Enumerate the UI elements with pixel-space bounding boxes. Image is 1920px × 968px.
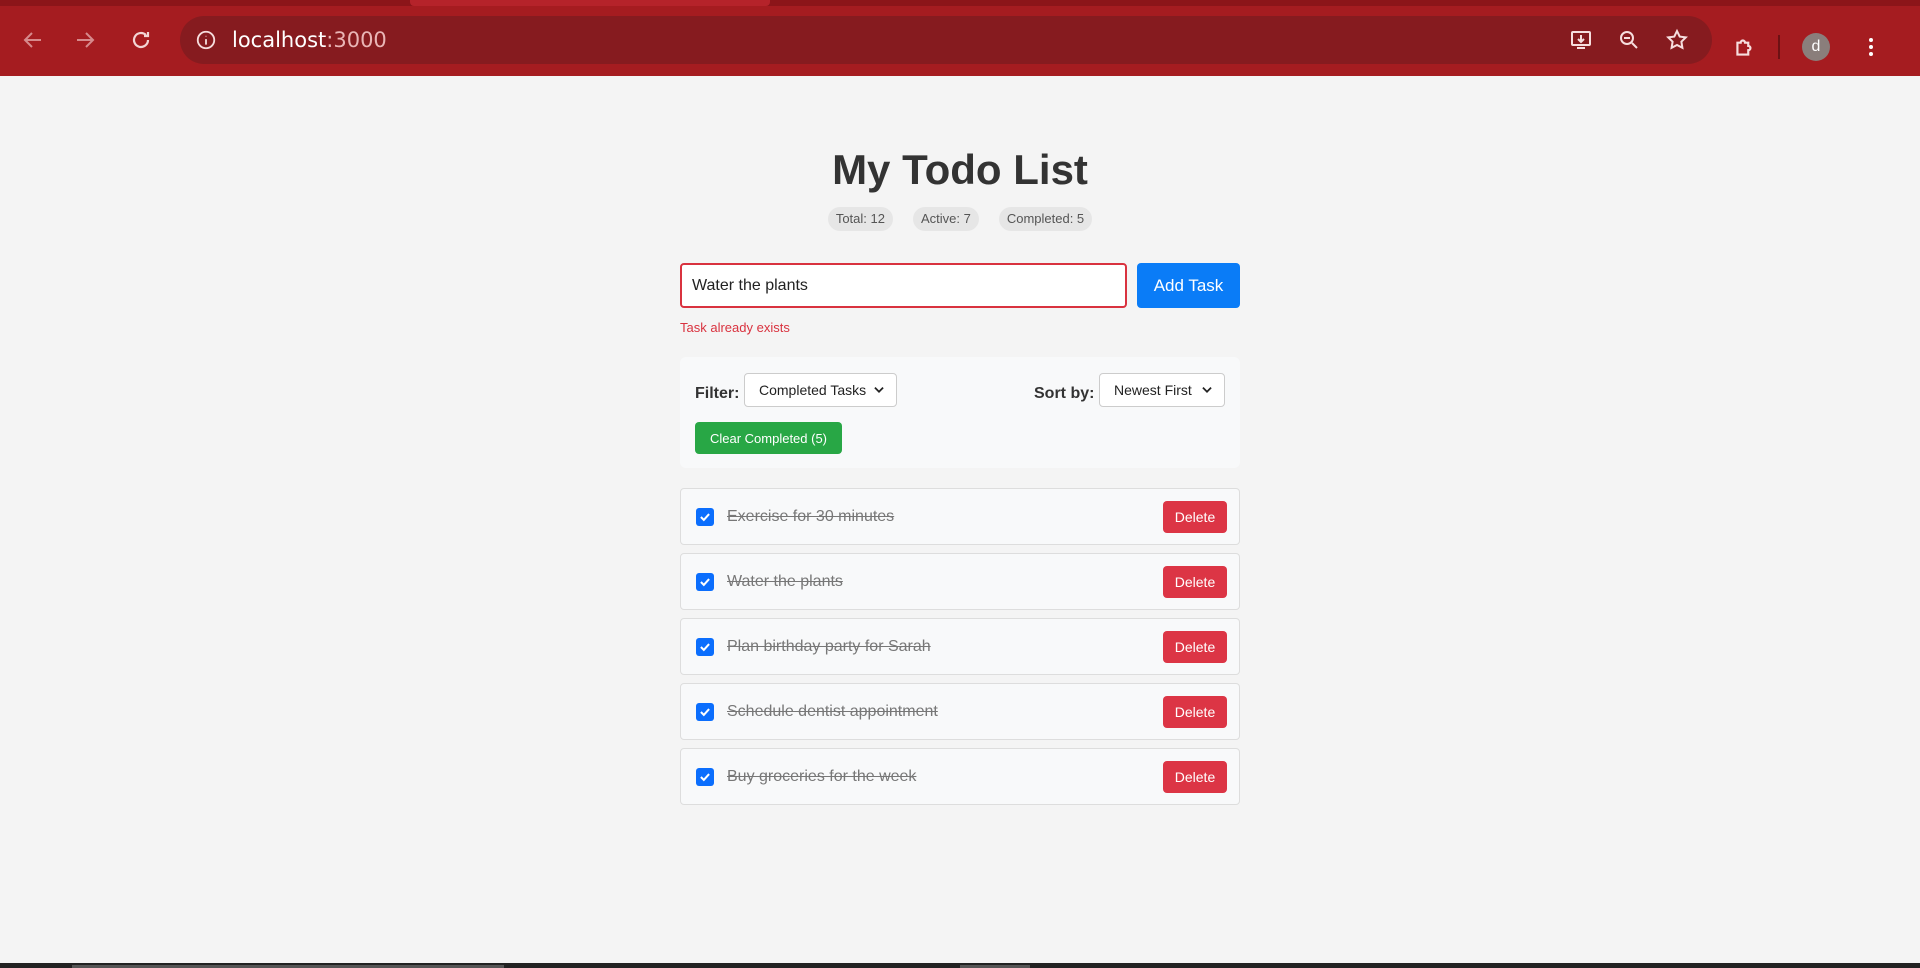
task-input[interactable] bbox=[680, 263, 1127, 308]
todo-item: Buy groceries for the week Delete bbox=[680, 748, 1240, 805]
browser-toolbar: localhost:3000 d bbox=[0, 6, 1920, 76]
todo-text: Water the plants bbox=[727, 573, 843, 590]
todo-checkbox[interactable] bbox=[696, 508, 714, 526]
todo-text: Exercise for 30 minutes bbox=[727, 508, 895, 525]
delete-button[interactable]: Delete bbox=[1163, 696, 1227, 728]
reload-icon[interactable] bbox=[121, 20, 161, 60]
sort-label: Sort by: bbox=[1034, 385, 1095, 402]
extensions-icon[interactable] bbox=[1730, 32, 1760, 62]
forward-icon[interactable] bbox=[65, 20, 105, 60]
toolbar-separator bbox=[1778, 35, 1780, 59]
todo-checkbox[interactable] bbox=[696, 703, 714, 721]
todo-text: Plan birthday party for Sarah bbox=[727, 638, 931, 655]
site-info-icon[interactable] bbox=[194, 28, 218, 52]
delete-button[interactable]: Delete bbox=[1163, 631, 1227, 663]
zoom-icon[interactable] bbox=[1616, 27, 1642, 53]
url-host: localhost bbox=[232, 28, 327, 52]
stat-active: Active: 7 bbox=[912, 207, 979, 231]
checkmark-icon bbox=[700, 773, 710, 782]
bookmark-star-icon[interactable] bbox=[1664, 27, 1690, 53]
url-port: :3000 bbox=[326, 28, 387, 52]
todo-item: Exercise for 30 minutes Delete bbox=[680, 488, 1240, 545]
todo-text: Schedule dentist appointment bbox=[727, 703, 938, 720]
add-task-button[interactable]: Add Task bbox=[1137, 263, 1240, 308]
add-task-row: Add Task bbox=[680, 263, 1240, 308]
sort-select[interactable]: Newest First bbox=[1099, 373, 1225, 407]
sort-select-value: Newest First bbox=[1114, 382, 1192, 398]
browser-menu-icon[interactable] bbox=[1856, 32, 1886, 62]
todo-item: Schedule dentist appointment Delete bbox=[680, 683, 1240, 740]
controls-panel: Filter: Completed Tasks Sort by: Newest … bbox=[680, 357, 1240, 468]
todo-item: Plan birthday party for Sarah Delete bbox=[680, 618, 1240, 675]
delete-button[interactable]: Delete bbox=[1163, 501, 1227, 533]
todo-checkbox[interactable] bbox=[696, 573, 714, 591]
address-bar[interactable]: localhost:3000 bbox=[180, 16, 1712, 64]
back-icon[interactable] bbox=[13, 20, 53, 60]
todo-checkbox[interactable] bbox=[696, 638, 714, 656]
filter-select[interactable]: Completed Tasks bbox=[744, 373, 897, 407]
stat-completed: Completed: 5 bbox=[998, 207, 1093, 231]
todo-text: Buy groceries for the week bbox=[727, 768, 917, 785]
chevron-down-icon bbox=[1202, 387, 1212, 393]
checkmark-icon bbox=[700, 578, 710, 587]
checkmark-icon bbox=[700, 708, 710, 717]
url-text[interactable]: localhost:3000 bbox=[232, 28, 387, 52]
filter-label: Filter: bbox=[695, 385, 740, 402]
todo-checkbox[interactable] bbox=[696, 768, 714, 786]
todo-list: Exercise for 30 minutes Delete Water the… bbox=[680, 488, 1240, 813]
error-message: Task already exists bbox=[680, 320, 790, 335]
checkmark-icon bbox=[700, 643, 710, 652]
filter-select-value: Completed Tasks bbox=[759, 382, 867, 398]
page-content: My Todo List Total: 12 Active: 7 Complet… bbox=[0, 76, 1920, 968]
checkmark-icon bbox=[700, 513, 710, 522]
browser-chrome: localhost:3000 d bbox=[0, 0, 1920, 76]
clear-completed-button[interactable]: Clear Completed (5) bbox=[695, 422, 842, 454]
stat-total: Total: 12 bbox=[827, 207, 893, 231]
install-app-icon[interactable] bbox=[1568, 27, 1594, 53]
delete-button[interactable]: Delete bbox=[1163, 761, 1227, 793]
todo-item: Water the plants Delete bbox=[680, 553, 1240, 610]
stats-bar: Total: 12 Active: 7 Completed: 5 bbox=[680, 207, 1240, 231]
chevron-down-icon bbox=[874, 387, 884, 393]
page-title: My Todo List bbox=[832, 146, 1088, 193]
horizontal-scrollbar[interactable] bbox=[0, 963, 1920, 968]
profile-avatar[interactable]: d bbox=[1802, 33, 1830, 61]
delete-button[interactable]: Delete bbox=[1163, 566, 1227, 598]
